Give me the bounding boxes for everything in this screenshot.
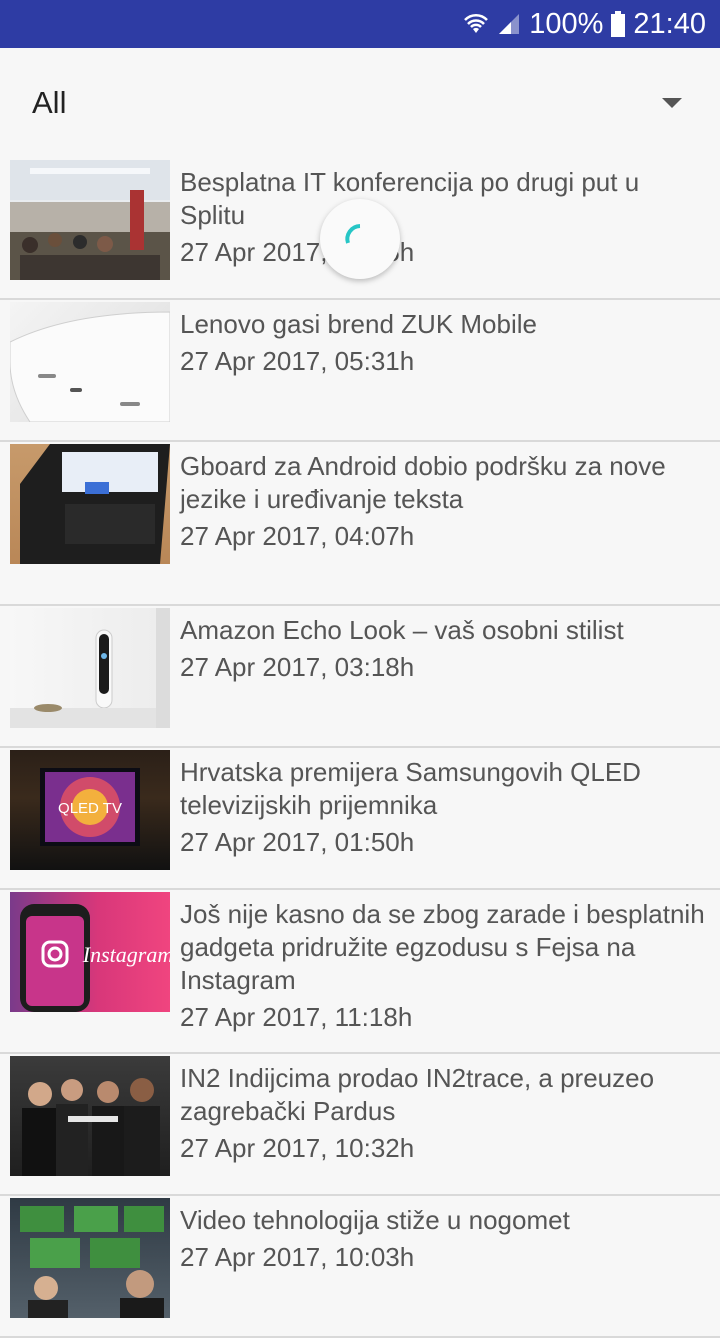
article-date: 27 Apr 2017, 01:50h (180, 827, 415, 857)
article-title: Još nije kasno da se zbog zarade i bespl… (180, 899, 705, 995)
article-list: Besplatna IT konferencija po drugi put u… (0, 158, 720, 1338)
article-date: 27 Apr 2017, 10:32h (180, 1133, 415, 1163)
article-title: Besplatna IT konferencija po drugi put u… (180, 167, 640, 230)
dropdown-arrow-icon (662, 98, 682, 108)
instagram-logo: Instagram (82, 942, 170, 967)
article-thumbnail: Instagram (10, 892, 170, 1012)
article-date: 27 Apr 2017, 05:55h (180, 237, 415, 267)
article-title: Gboard za Android dobio podršku za nove … (180, 451, 666, 514)
list-item[interactable]: Amazon Echo Look – vaš osobni stilist 27… (0, 606, 720, 748)
article-thumbnail (10, 160, 170, 280)
article-thumbnail (10, 1056, 170, 1176)
qled-tv-logo: QLED TV (58, 800, 122, 817)
loading-icon (345, 224, 361, 244)
list-item[interactable]: IN2 Indijcima prodao IN2trace, a preuzeo… (0, 1054, 720, 1196)
category-filter-dropdown[interactable]: All (0, 48, 720, 158)
article-date: 27 Apr 2017, 11:18h (180, 1002, 413, 1032)
list-item[interactable]: Instagram Još nije kasno da se zbog zara… (0, 890, 720, 1054)
wifi-icon (463, 11, 489, 37)
article-title: Amazon Echo Look – vaš osobni stilist (180, 615, 624, 645)
article-date: 27 Apr 2017, 05:31h (180, 346, 415, 376)
article-title: IN2 Indijcima prodao IN2trace, a preuzeo… (180, 1063, 655, 1126)
list-item[interactable]: Gboard za Android dobio podršku za nove … (0, 442, 720, 606)
article-date: 27 Apr 2017, 04:07h (180, 521, 415, 551)
article-thumbnail: QLED TV (10, 750, 170, 870)
list-item[interactable]: Video tehnologija stiže u nogomet 27 Apr… (0, 1196, 720, 1338)
article-title: Hrvatska premijera Samsungovih QLED tele… (180, 757, 641, 820)
signal-icon (497, 12, 521, 36)
battery-percent: 100% (529, 7, 604, 40)
status-bar: 100% 21:40 (0, 0, 720, 48)
article-thumbnail (10, 444, 170, 564)
list-item[interactable]: QLED TV Hrvatska premijera Samsungovih Q… (0, 748, 720, 890)
article-title: Video tehnologija stiže u nogomet (180, 1205, 570, 1235)
article-thumbnail (10, 608, 170, 728)
battery-icon (611, 11, 626, 37)
refresh-spinner (320, 199, 400, 279)
article-date: 27 Apr 2017, 10:03h (180, 1242, 415, 1272)
list-item[interactable]: Lenovo gasi brend ZUK Mobile 27 Apr 2017… (0, 300, 720, 442)
article-thumbnail (10, 302, 170, 422)
article-thumbnail (10, 1198, 170, 1318)
category-filter-value: All (32, 85, 67, 120)
article-title: Lenovo gasi brend ZUK Mobile (180, 309, 537, 339)
article-date: 27 Apr 2017, 03:18h (180, 652, 415, 682)
clock: 21:40 (633, 7, 706, 40)
